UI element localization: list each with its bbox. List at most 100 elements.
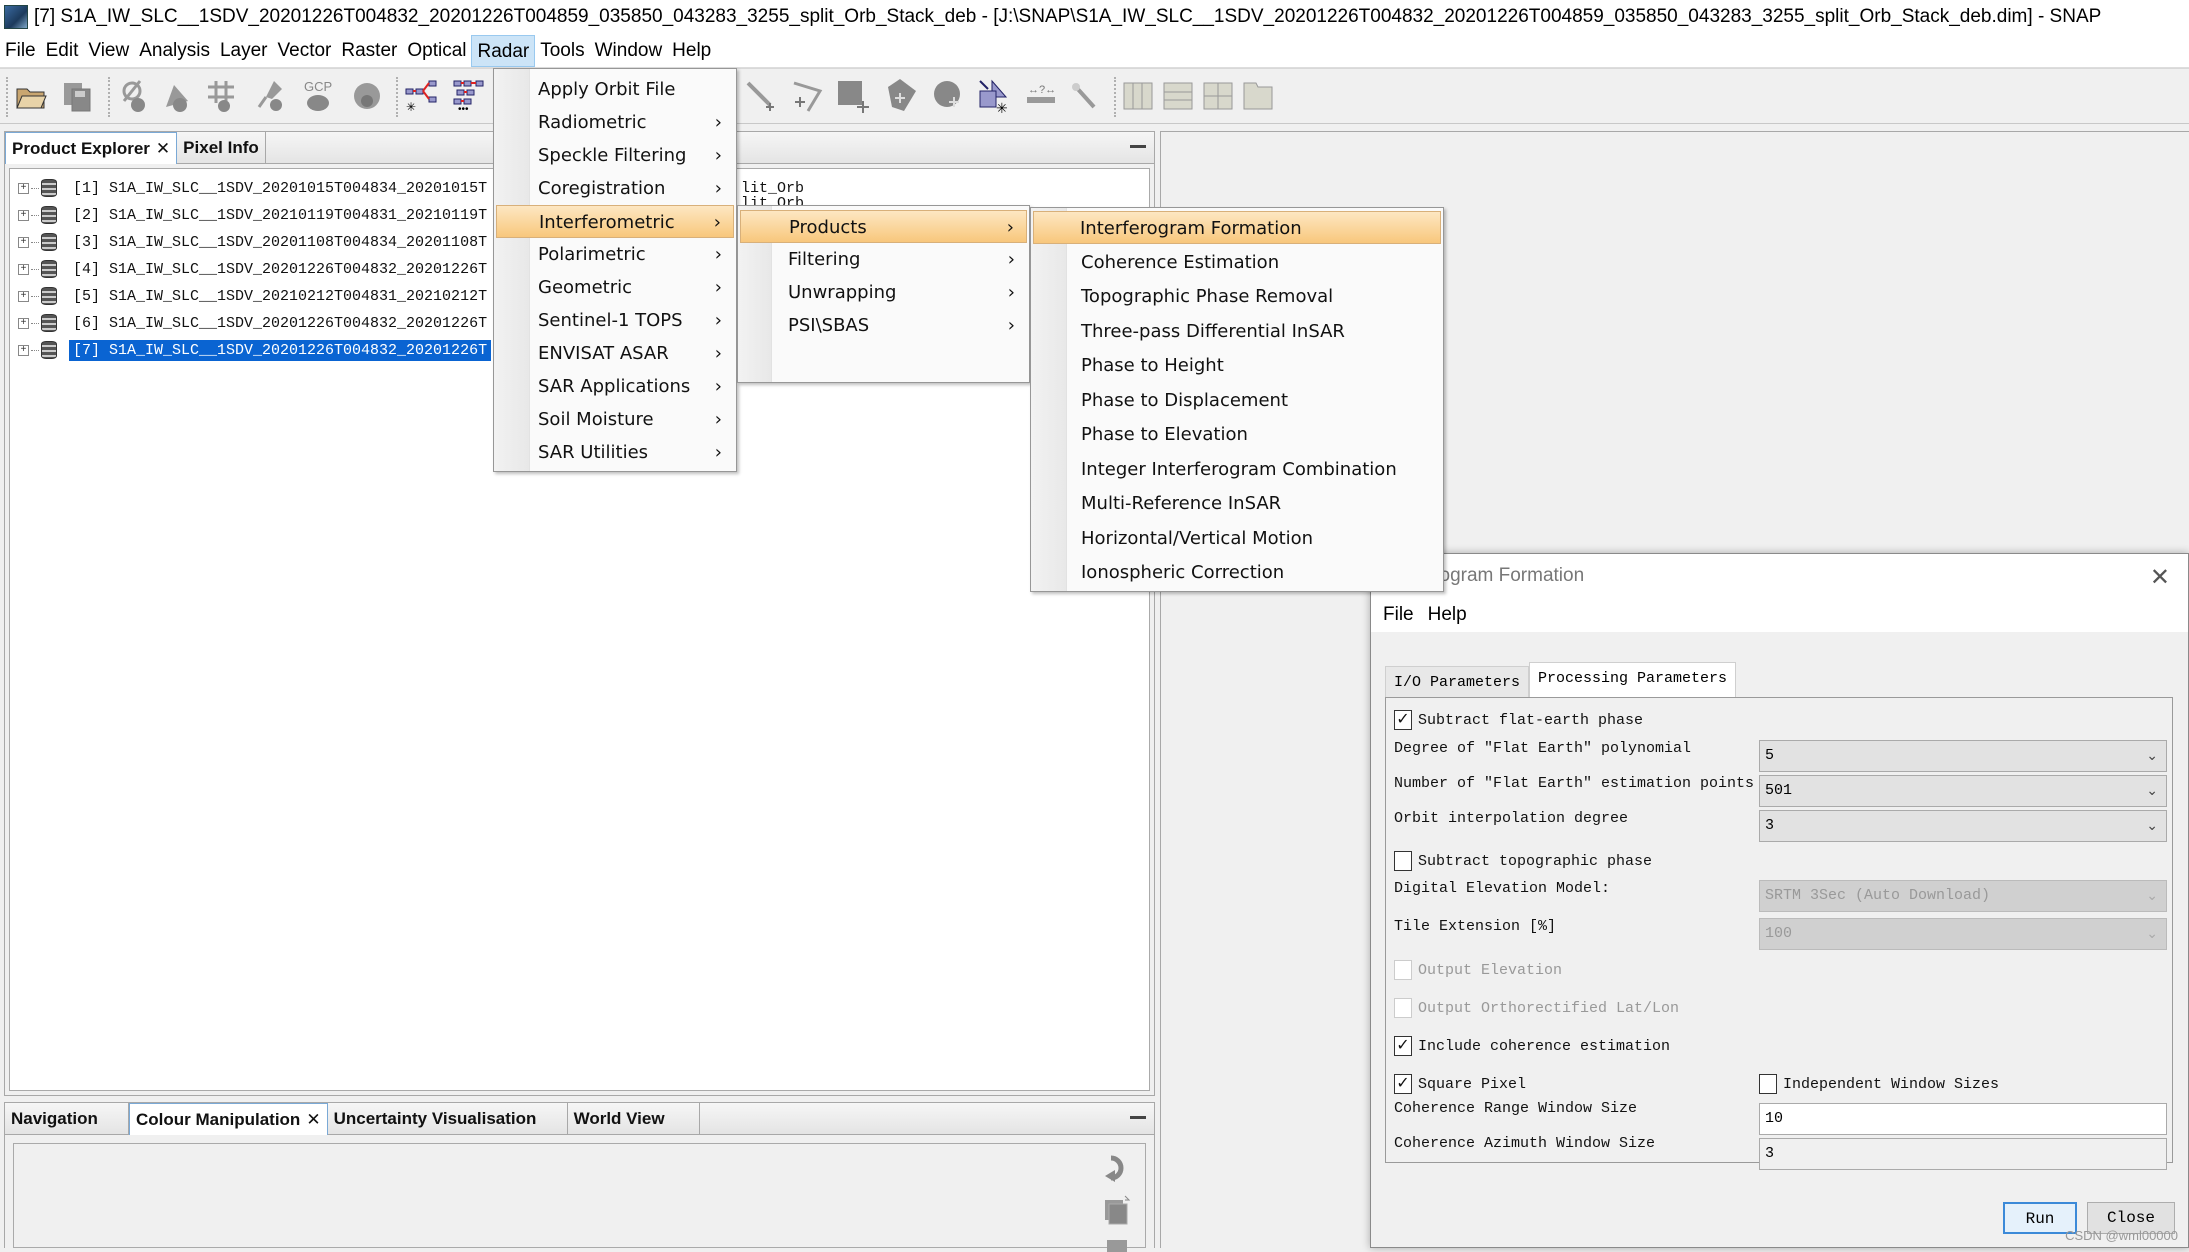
ellipse-draw-icon[interactable] [932, 79, 966, 113]
menu-item-products[interactable]: Products › [740, 210, 1027, 243]
product-tree-row[interactable]: + [1] S1A_IW_SLC__1SDV_20201015T004834_20… [18, 175, 491, 201]
tab-product-explorer[interactable]: Product Explorer ✕ [5, 132, 178, 164]
menu-item-integer-interferogram-combination[interactable]: Integer Interferogram Combination [1033, 453, 1441, 486]
menu-window[interactable]: Window [590, 35, 668, 67]
tile-extension-select[interactable]: 100 ⌄ [1759, 918, 2167, 950]
tile-evenly-icon[interactable] [1242, 79, 1276, 113]
expand-icon[interactable]: + [18, 236, 29, 248]
gcp-overlay-icon[interactable]: GCP [300, 79, 334, 113]
tab-processing-parameters[interactable]: Processing Parameters [1529, 662, 1737, 698]
expand-icon[interactable]: + [18, 209, 29, 221]
subtract-topo-checkbox[interactable]: Subtract topographic phase [1394, 851, 1652, 871]
mask-overlay-icon[interactable] [160, 79, 194, 113]
checkbox-box[interactable]: ✓ [1394, 1074, 1412, 1094]
orbit-degree-select[interactable]: 3 ⌄ [1759, 810, 2167, 842]
menu-help[interactable]: Help [667, 35, 716, 67]
menu-item-ionospheric-correction[interactable]: Ionospheric Correction [1033, 556, 1441, 589]
open-product-icon[interactable] [14, 79, 48, 113]
polyline-draw-icon[interactable] [790, 79, 824, 113]
rectangle-draw-icon[interactable] [836, 79, 870, 113]
checkbox-box[interactable] [1394, 851, 1412, 871]
flat-earth-degree-select[interactable]: 5 ⌄ [1759, 740, 2167, 772]
menu-item-multi-reference-insar[interactable]: Multi-Reference InSAR [1033, 487, 1441, 520]
menu-item-interferogram-formation[interactable]: Interferogram Formation [1033, 211, 1441, 244]
tab-navigation[interactable]: Navigation [5, 1103, 129, 1135]
menu-item-phase-to-elevation[interactable]: Phase to Elevation [1033, 418, 1441, 451]
expand-icon[interactable]: + [18, 344, 29, 356]
menu-vector[interactable]: Vector [273, 35, 337, 67]
new-vector-container-icon[interactable]: ✳ [978, 79, 1012, 113]
coh-range-window-input[interactable]: 10 [1759, 1103, 2167, 1135]
dialog-close-icon[interactable]: ✕ [2150, 563, 2170, 591]
output-latlon-checkbox[interactable]: Output Orthorectified Lat/Lon [1394, 998, 1679, 1018]
shape-overlay-icon[interactable] [350, 79, 384, 113]
flat-earth-points-select[interactable]: 501 ⌄ [1759, 775, 2167, 807]
tile-vertical-icon[interactable] [1162, 79, 1196, 113]
tab-io-parameters[interactable]: I/O Parameters [1385, 666, 1530, 698]
tab-close-icon[interactable]: ✕ [306, 1110, 320, 1129]
checkbox-box[interactable] [1394, 998, 1412, 1018]
tile-grid-icon[interactable] [1202, 79, 1236, 113]
dialog-title-bar[interactable]: rferogram Formation [1371, 554, 2188, 598]
export-palette-icon[interactable] [1103, 1238, 1133, 1252]
square-pixel-checkbox[interactable]: ✓ Square Pixel [1394, 1074, 1526, 1094]
menu-analysis[interactable]: Analysis [134, 35, 215, 67]
product-label[interactable]: [7] S1A_IW_SLC__1SDV_20201226T004832_202… [69, 339, 492, 361]
tab-world-view[interactable]: World View [568, 1103, 700, 1135]
product-label[interactable]: [6] S1A_IW_SLC__1SDV_20201226T004832_202… [69, 313, 491, 334]
subtract-flat-earth-checkbox[interactable]: ✓ Subtract flat-earth phase [1394, 710, 1643, 730]
menu-item-coherence-estimation[interactable]: Coherence Estimation [1033, 246, 1441, 279]
include-coherence-checkbox[interactable]: ✓ Include coherence estimation [1394, 1036, 1670, 1056]
menu-item-polarimetric[interactable]: Polarimetric › [496, 238, 734, 271]
tab-uncertainty-visualisation[interactable]: Uncertainty Visualisation [328, 1103, 568, 1135]
menu-radar[interactable]: Radar [471, 34, 536, 67]
menu-raster[interactable]: Raster [336, 35, 402, 67]
product-label[interactable]: [2] S1A_IW_SLC__1SDV_20210119T004831_202… [69, 205, 491, 226]
menu-item-topographic-phase-removal[interactable]: Topographic Phase Removal [1033, 280, 1441, 313]
menu-item-sentinel1-tops[interactable]: Sentinel-1 TOPS › [496, 304, 734, 337]
expand-icon[interactable]: + [18, 182, 29, 194]
tab-colour-manipulation[interactable]: Colour Manipulation ✕ [129, 1103, 328, 1135]
polygon-draw-icon[interactable] [884, 79, 918, 113]
menu-item-phase-to-displacement[interactable]: Phase to Displacement [1033, 384, 1441, 417]
menu-file[interactable]: File [0, 35, 41, 67]
menu-tools[interactable]: Tools [535, 35, 589, 67]
menu-item-horizontal-vertical-motion[interactable]: Horizontal/Vertical Motion [1033, 522, 1441, 555]
checkbox-box[interactable]: ✓ [1394, 1036, 1412, 1056]
checkbox-box[interactable] [1759, 1074, 1777, 1094]
reset-icon[interactable] [1103, 1152, 1133, 1186]
menu-item-sar-utilities[interactable]: SAR Utilities › [496, 436, 734, 469]
no-data-overlay-icon[interactable] [118, 79, 152, 113]
menu-item-filtering[interactable]: Filtering › [740, 243, 1027, 276]
expand-icon[interactable]: + [18, 290, 29, 302]
menu-item-soil-moisture[interactable]: Soil Moisture › [496, 403, 734, 436]
save-product-icon[interactable] [60, 79, 94, 113]
import-palette-icon[interactable] [1103, 1194, 1133, 1228]
product-tree-row[interactable]: + [6] S1A_IW_SLC__1SDV_20201226T004832_20… [18, 310, 491, 336]
product-label[interactable]: [1] S1A_IW_SLC__1SDV_20201015T004834_202… [69, 178, 491, 199]
menu-item-apply-orbit-file[interactable]: Apply Orbit File [496, 73, 734, 106]
output-elevation-checkbox[interactable]: Output Elevation [1394, 960, 1562, 980]
product-tree-row-selected[interactable]: + [7] S1A_IW_SLC__1SDV_20201226T004832_20… [18, 337, 492, 363]
product-tree-row[interactable]: + [2] S1A_IW_SLC__1SDV_20210119T004831_20… [18, 202, 491, 228]
product-tree-row[interactable]: + [4] S1A_IW_SLC__1SDV_20201226T004832_20… [18, 256, 491, 282]
graph-builder-icon[interactable]: ✳ [404, 79, 438, 113]
menu-item-envisat-asar[interactable]: ENVISAT ASAR › [496, 337, 734, 370]
menu-optical[interactable]: Optical [402, 35, 471, 67]
product-label[interactable]: [3] S1A_IW_SLC__1SDV_20201108T004834_202… [69, 232, 491, 253]
graticule-overlay-icon[interactable] [206, 79, 240, 113]
menu-item-unwrapping[interactable]: Unwrapping › [740, 276, 1027, 309]
menu-item-phase-to-height[interactable]: Phase to Height [1033, 349, 1441, 382]
expand-icon[interactable]: + [18, 317, 29, 329]
product-tree-row[interactable]: + [3] S1A_IW_SLC__1SDV_20201108T004834_20… [18, 229, 491, 255]
batch-processing-icon[interactable]: ••• [452, 79, 486, 113]
expand-icon[interactable]: + [18, 263, 29, 275]
pin-overlay-icon[interactable] [256, 79, 290, 113]
tile-horizontal-icon[interactable] [1122, 79, 1156, 113]
menu-item-radiometric[interactable]: Radiometric › [496, 106, 734, 139]
line-draw-icon[interactable] [744, 79, 778, 113]
coh-azimuth-window-input[interactable]: 3 [1759, 1138, 2167, 1170]
product-tree-row[interactable]: + [5] S1A_IW_SLC__1SDV_20210212T004831_20… [18, 283, 491, 309]
checkbox-box[interactable]: ✓ [1394, 710, 1412, 730]
menu-item-psi-sbas[interactable]: PSI\SBAS › [740, 309, 1027, 342]
